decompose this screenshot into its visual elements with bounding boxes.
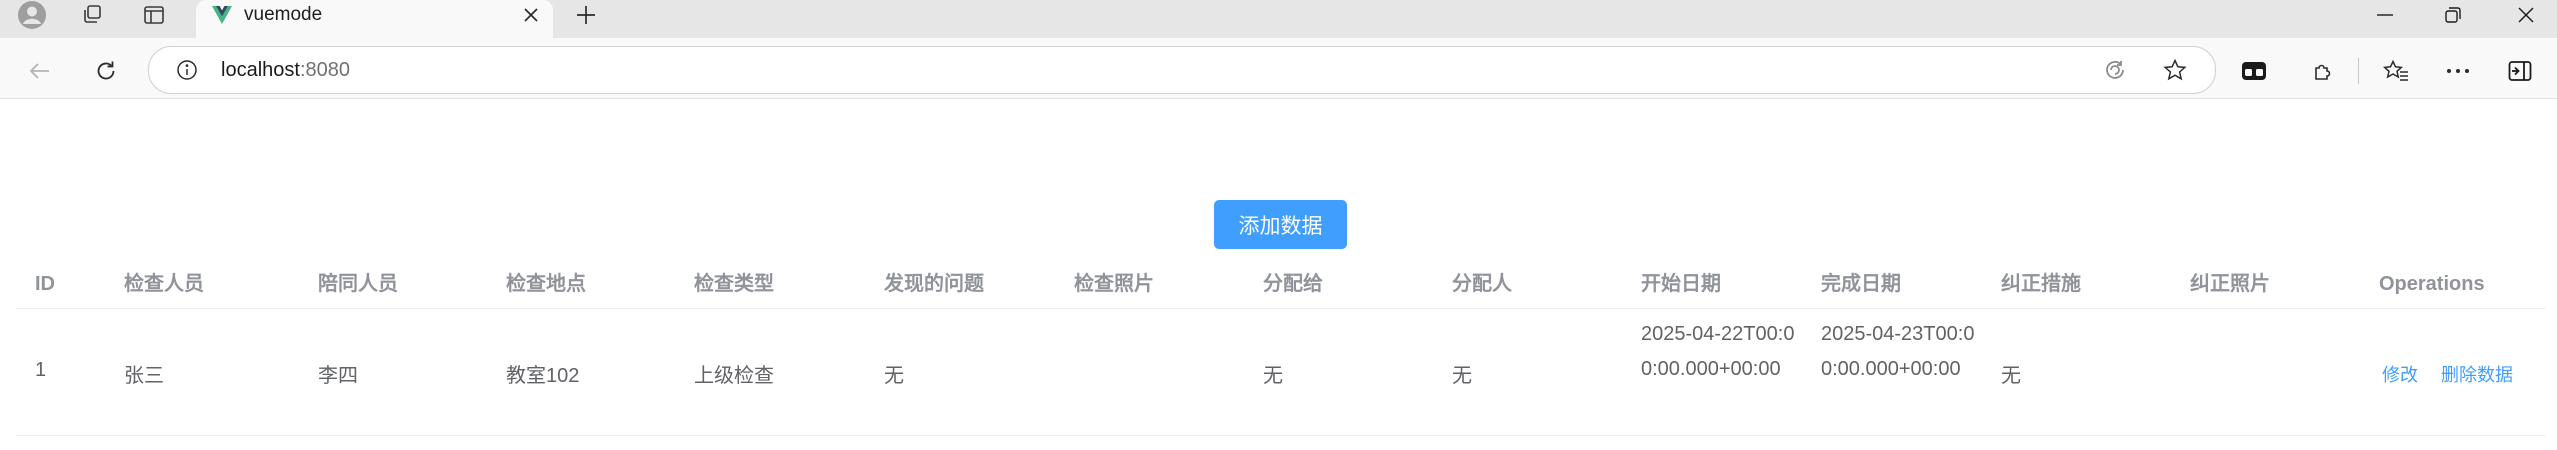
favorites-icon[interactable] xyxy=(2378,53,2414,89)
refresh-icon[interactable] xyxy=(88,53,124,89)
column-header-finish-date: 完成日期 xyxy=(1821,273,1901,295)
column-header-id: ID xyxy=(35,273,55,295)
cell-location: 教室102 xyxy=(506,365,580,387)
close-window-icon[interactable] xyxy=(2496,0,2556,30)
more-icon[interactable] xyxy=(2440,53,2476,89)
profile-icon[interactable] xyxy=(14,0,50,30)
column-header-correction: 纠正措施 xyxy=(2001,273,2081,295)
tab-actions-icon[interactable] xyxy=(134,0,174,30)
cell-inspector: 张三 xyxy=(124,365,164,387)
url-port: :8080 xyxy=(299,59,350,81)
restore-icon[interactable] xyxy=(2423,0,2483,30)
row-divider xyxy=(16,435,2546,436)
page-content: 添加数据 ID 检查人员 陪同人员 检查地点 检查类型 发现的问题 检查照片 分… xyxy=(4,99,2557,450)
add-data-button[interactable]: 添加数据 xyxy=(1214,200,1347,249)
cell-assigner: 无 xyxy=(1452,365,1472,387)
column-header-location: 检查地点 xyxy=(506,273,586,295)
tab-vuemode[interactable]: vuemode xyxy=(196,0,553,38)
column-header-correction-photo: 纠正照片 xyxy=(2190,273,2270,295)
column-header-start-date: 开始日期 xyxy=(1641,273,1721,295)
header-divider xyxy=(16,308,2546,309)
column-header-assigned-to: 分配给 xyxy=(1263,273,1323,295)
cell-assigned-to: 无 xyxy=(1263,365,1283,387)
column-header-assigner: 分配人 xyxy=(1452,273,1512,295)
toolbar-divider xyxy=(2358,58,2359,84)
column-header-type: 检查类型 xyxy=(694,273,774,295)
extensions-icon[interactable] xyxy=(2306,53,2342,89)
cell-id: 1 xyxy=(35,359,47,381)
cell-correction: 无 xyxy=(2001,365,2021,387)
tab-title: vuemode xyxy=(244,4,323,25)
back-icon[interactable] xyxy=(22,53,58,89)
delete-link[interactable]: 删除数据 xyxy=(2441,361,2513,387)
cell-finish-date: 2025-04-23T00:00:00.000+00:00 xyxy=(1821,323,1975,380)
close-icon[interactable] xyxy=(516,0,546,30)
url-text[interactable]: localhost:8080 xyxy=(221,47,350,93)
column-header-operations: Operations xyxy=(2379,273,2485,295)
cell-type: 上级检查 xyxy=(694,365,774,387)
cell-start-date: 2025-04-22T00:00:00.000+00:00 xyxy=(1641,323,1795,380)
column-header-inspector: 检查人员 xyxy=(124,273,204,295)
browser-tab-bar: vuemode xyxy=(0,0,2557,38)
address-bar[interactable]: localhost:8080 xyxy=(148,46,2216,94)
cell-companion: 李四 xyxy=(318,365,358,387)
vue-favicon xyxy=(210,0,234,30)
workspaces-icon[interactable] xyxy=(72,0,112,30)
edit-link[interactable]: 修改 xyxy=(2382,361,2418,387)
column-header-issue: 发现的问题 xyxy=(884,273,984,295)
new-tab-icon[interactable] xyxy=(568,0,604,30)
url-host: localhost xyxy=(221,59,300,81)
site-info-icon[interactable] xyxy=(169,52,205,88)
browser-nav-bar: localhost:8080 xyxy=(0,38,2557,99)
split-screen-icon[interactable] xyxy=(2236,53,2272,89)
read-aloud-icon[interactable] xyxy=(2097,52,2133,88)
column-header-photo: 检查照片 xyxy=(1074,273,1154,295)
column-header-companion: 陪同人员 xyxy=(318,273,398,295)
minimize-icon[interactable] xyxy=(2355,0,2415,30)
favorite-star-icon[interactable] xyxy=(2157,52,2193,88)
cell-issue: 无 xyxy=(884,365,904,387)
sidebar-icon[interactable] xyxy=(2502,53,2538,89)
